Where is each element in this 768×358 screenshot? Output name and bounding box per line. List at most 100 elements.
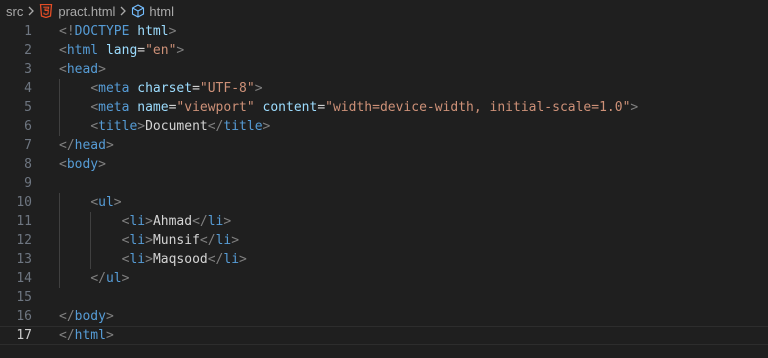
code-token: > (105, 138, 114, 153)
line-number: 14 (16, 271, 32, 286)
line-content: </html> (59, 326, 114, 345)
code-line[interactable]: 17 </html> (0, 326, 768, 345)
code-token: > (121, 271, 130, 286)
code-token: <! (59, 24, 75, 39)
code-token: > (98, 62, 106, 77)
indent-guide (90, 250, 92, 269)
code-token: title (98, 119, 138, 134)
line-content: <li>Maqsood</li> (122, 250, 247, 269)
code-token: lang (105, 43, 138, 58)
code-token: </ (199, 233, 216, 248)
code-token: name (137, 100, 169, 115)
line-number: 2 (24, 43, 32, 58)
code-line[interactable]: 8 <body> (0, 155, 768, 174)
code-token: li (215, 233, 232, 248)
code-line[interactable]: 3 <head> (0, 60, 768, 79)
code-area[interactable]: 1 <!DOCTYPE html> 2 <html lang="en"> 3 <head>… (0, 22, 768, 358)
code-token: = (137, 43, 146, 58)
code-line[interactable]: 6 <title>Document</title> (0, 117, 768, 136)
code-token: > (105, 309, 114, 324)
code-line[interactable]: 14 </ul> (0, 269, 768, 288)
code-token: > (630, 100, 639, 115)
code-token: li (223, 252, 240, 267)
indent-guide (59, 79, 60, 98)
code-token: meta (98, 100, 130, 115)
code-line[interactable]: 16 </body> (0, 307, 768, 326)
code-token: > (239, 252, 247, 267)
cube-icon (131, 4, 145, 18)
code-token: > (105, 328, 114, 343)
code-token: html (74, 328, 106, 343)
code-token: </ (90, 271, 106, 286)
code-line[interactable]: 13 <li>Maqsood</li> (0, 250, 768, 269)
code-line[interactable]: 4 <meta charset="UTF-8"> (0, 79, 768, 98)
code-token: Munsif (152, 233, 200, 248)
indent-guide (90, 212, 92, 231)
code-line[interactable]: 7 </head> (0, 136, 768, 155)
line-number: 12 (16, 233, 32, 248)
code-editor[interactable]: src pract.html html 1 <!DOCTYPE html> 2 … (0, 0, 768, 358)
line-content: <meta charset="UTF-8"> (90, 79, 262, 98)
code-token: "UTF-8" (199, 81, 255, 96)
code-line[interactable]: 1 <!DOCTYPE html> (0, 22, 768, 41)
line-number: 13 (16, 252, 32, 267)
line-content: </head> (59, 136, 114, 155)
indent-guide (59, 98, 60, 117)
code-token: title (223, 119, 263, 134)
breadcrumb-folder-label: src (6, 3, 24, 19)
code-token: ul (105, 271, 122, 286)
code-token: < (90, 195, 99, 210)
code-token: "width=device-width, initial-scale=1.0" (325, 100, 631, 115)
line-number: 16 (16, 309, 32, 324)
breadcrumb-item-src[interactable]: src (0, 4, 23, 19)
code-token: body (66, 157, 99, 172)
line-content: <title>Document</title> (90, 117, 270, 136)
code-line[interactable]: 9 (0, 174, 768, 193)
line-number: 7 (24, 138, 32, 153)
code-line[interactable]: 15 (0, 288, 768, 307)
code-token: </ (207, 119, 224, 134)
indent-guide (59, 250, 60, 269)
breadcrumb-symbol-label: html (149, 3, 174, 19)
indent-guide (59, 231, 60, 250)
code-token: </ (59, 138, 75, 153)
code-line[interactable]: 2 <html lang="en"> (0, 41, 768, 60)
line-content: </ul> (90, 269, 129, 288)
code-token: head (66, 62, 99, 77)
code-token: > (262, 119, 271, 134)
line-number: 17 (16, 328, 32, 343)
line-number: 5 (24, 100, 32, 115)
line-content: <head> (59, 60, 106, 79)
indent-guide (59, 193, 60, 212)
code-token: head (74, 138, 106, 153)
code-line[interactable]: 11 <li>Ahmad</li> (0, 212, 768, 231)
code-token: > (137, 119, 146, 134)
line-content: <li>Munsif</li> (122, 231, 239, 250)
line-content: <li>Ahmad</li> (122, 212, 232, 231)
line-content: <ul> (90, 193, 121, 212)
line-content: </body> (59, 307, 114, 326)
code-line[interactable]: 12 <li>Munsif</li> (0, 231, 768, 250)
code-token: = (317, 100, 326, 115)
code-token: Maqsood (152, 252, 208, 267)
breadcrumb-file-label: pract.html (58, 3, 116, 19)
code-line[interactable]: 10 <ul> (0, 193, 768, 212)
code-token: content (262, 100, 318, 115)
code-token: < (59, 157, 67, 172)
line-content: <html lang="en"> (59, 41, 184, 60)
breadcrumb-item-file[interactable]: pract.html (39, 4, 115, 19)
line-content: <body> (59, 155, 106, 174)
line-number: 9 (24, 176, 32, 191)
code-token: DOCTYPE (74, 24, 130, 39)
code-token: > (145, 252, 153, 267)
code-line[interactable]: 5 <meta name="viewport" content="width=de… (0, 98, 768, 117)
code-token: > (98, 157, 106, 172)
code-token: > (231, 233, 240, 248)
line-number: 3 (24, 62, 32, 77)
breadcrumb-item-symbol[interactable]: html (131, 4, 174, 19)
code-token: li (207, 214, 224, 229)
code-token: = (192, 81, 200, 96)
code-token: </ (59, 328, 75, 343)
line-number: 8 (24, 157, 32, 172)
indent-guide (59, 212, 60, 231)
